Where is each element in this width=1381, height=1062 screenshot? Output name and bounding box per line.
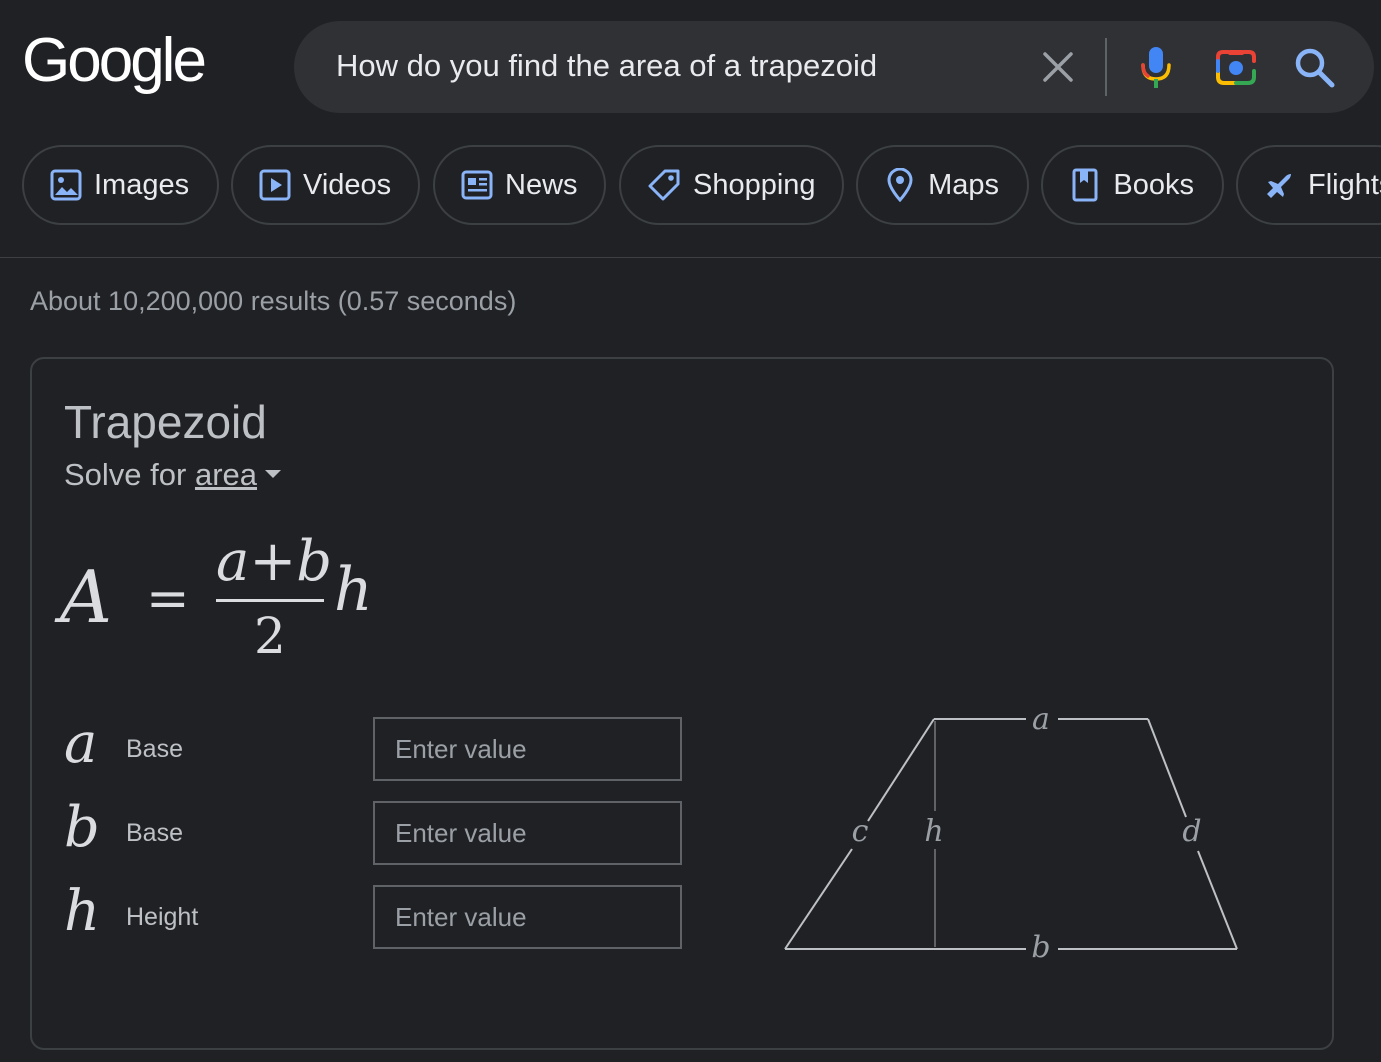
microphone-icon[interactable] (1138, 45, 1174, 89)
close-icon[interactable] (1040, 49, 1076, 85)
video-icon (259, 168, 291, 202)
left-edge-lower (784, 848, 853, 950)
variable-symbol: b (64, 795, 100, 860)
chip-label: Videos (303, 168, 392, 201)
book-icon (1069, 168, 1101, 202)
camera-lens-icon[interactable] (1214, 47, 1258, 87)
chip-label: Flights (1308, 168, 1381, 201)
formula-rhs: h (334, 555, 373, 625)
calculator-title: Trapezoid (64, 396, 267, 448)
diagram-label-right: d (1182, 814, 1201, 849)
variable-row-a: a Base (64, 711, 684, 781)
google-logo[interactable]: Google (22, 30, 207, 92)
header: Google How do you find the area of a tra… (0, 0, 1381, 258)
fraction-bar (216, 599, 324, 602)
right-edge-upper (1147, 718, 1187, 818)
diagram-label-left: c (852, 814, 869, 849)
formula-numerator: a+b (216, 529, 333, 594)
search-divider (1105, 38, 1107, 96)
diagram-label-height: h (924, 814, 943, 849)
chip-flights[interactable]: Flights (1236, 145, 1381, 225)
search-box[interactable]: How do you find the area of a trapezoid (294, 21, 1374, 113)
formula-denominator: 2 (254, 607, 286, 665)
search-filter-chips: Images Videos News Shopping Maps Books F… (22, 145, 1381, 225)
chip-label: Books (1113, 168, 1194, 201)
chip-news[interactable]: News (433, 145, 606, 225)
chip-label: Maps (928, 168, 999, 201)
formula: A = a+b 2 h (58, 529, 418, 669)
chip-label: Images (94, 168, 190, 201)
variable-symbol: h (64, 879, 101, 944)
tag-icon (647, 168, 681, 202)
variable-label: Height (126, 903, 199, 931)
formula-lhs: A (60, 555, 112, 639)
chip-label: Shopping (693, 168, 816, 201)
chip-videos[interactable]: Videos (231, 145, 420, 225)
map-pin-icon (884, 168, 916, 202)
solve-for-prefix: Solve for (64, 457, 187, 492)
base-b-input[interactable] (373, 801, 682, 865)
chip-label: News (505, 168, 578, 201)
right-edge-lower (1197, 850, 1238, 950)
variable-label: Base (126, 819, 183, 847)
chip-books[interactable]: Books (1041, 145, 1224, 225)
diagram-label-bottom: b (1031, 930, 1050, 965)
trapezoid-calculator-card: Trapezoid Solve for area A = a+b 2 h a B… (30, 357, 1334, 1050)
height-input[interactable] (373, 885, 682, 949)
trapezoid-diagram: a b c d h (784, 702, 1238, 965)
solve-for-row: Solve for area (64, 457, 282, 493)
chip-shopping[interactable]: Shopping (619, 145, 844, 225)
plane-icon (1264, 168, 1296, 202)
search-input[interactable]: How do you find the area of a trapezoid (336, 48, 877, 84)
chip-maps[interactable]: Maps (856, 145, 1029, 225)
variable-symbol: a (64, 711, 98, 776)
variable-row-b: b Base (64, 795, 684, 865)
image-icon (50, 168, 82, 202)
chip-images[interactable]: Images (22, 145, 219, 225)
result-stats: About 10,200,000 results (0.57 seconds) (30, 286, 517, 316)
news-icon (461, 168, 493, 202)
left-edge-upper (867, 718, 935, 822)
formula-equals: = (146, 569, 190, 629)
chevron-down-icon[interactable] (265, 469, 282, 478)
variable-row-h: h Height (64, 879, 684, 949)
base-a-input[interactable] (373, 717, 682, 781)
search-icon[interactable] (1294, 47, 1336, 89)
solve-for-dropdown[interactable]: area (195, 457, 257, 492)
diagram-label-top: a (1032, 702, 1050, 737)
variable-label: Base (126, 735, 183, 763)
